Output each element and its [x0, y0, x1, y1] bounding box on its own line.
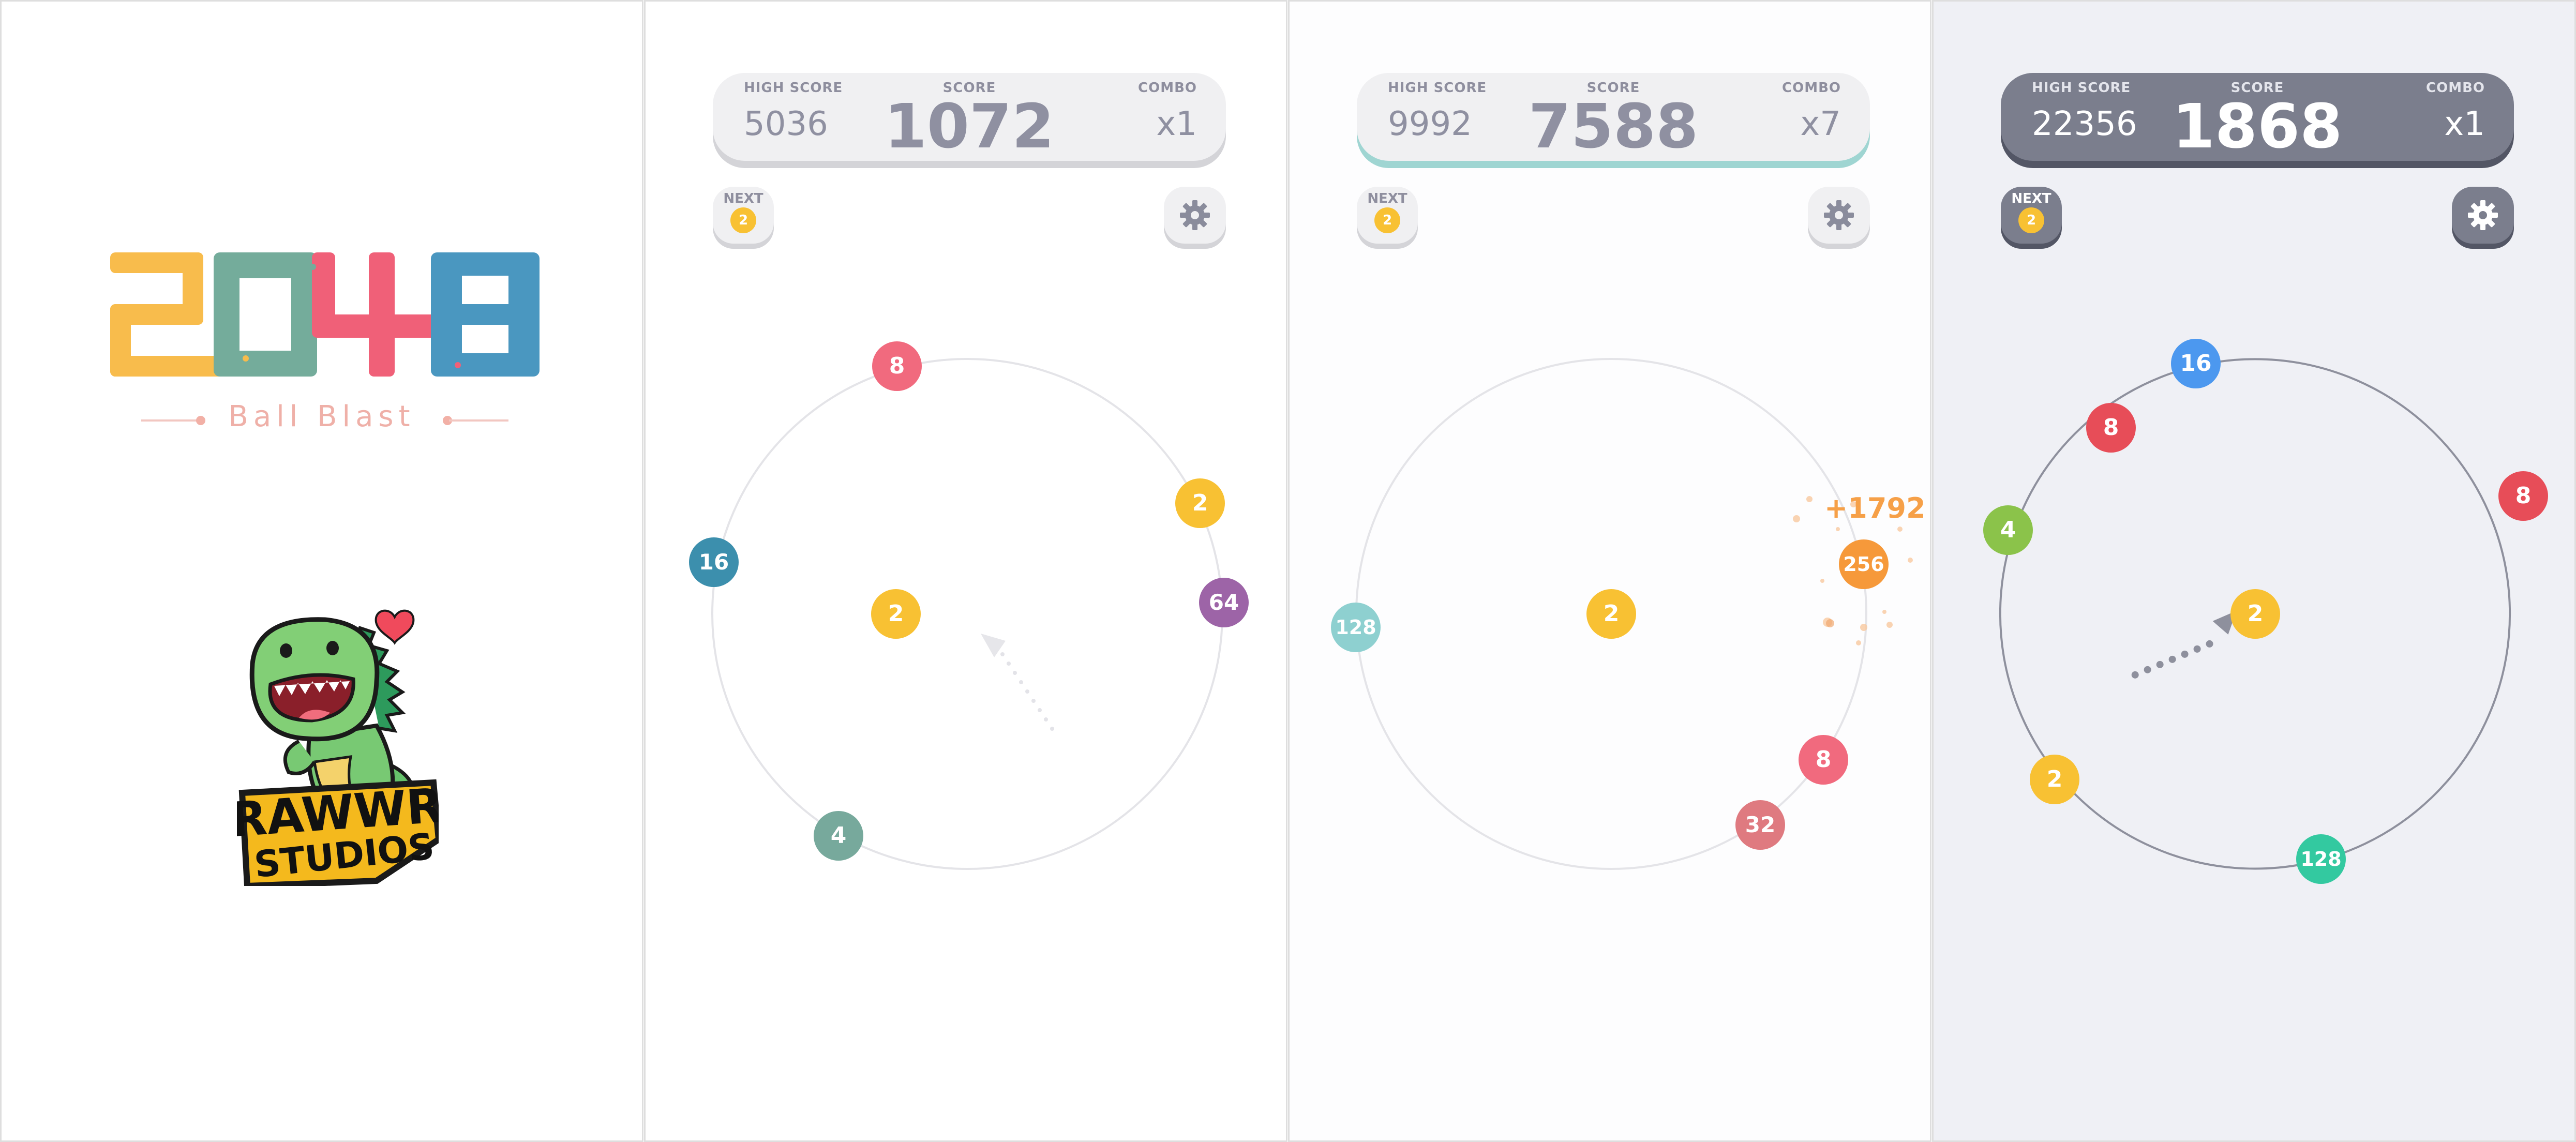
logo-digit-4	[310, 252, 441, 377]
ring-ball: 64	[1199, 578, 1249, 627]
ring-ball: 128	[2296, 834, 2346, 884]
game-screen-2: HIGH SCORE SCORE COMBO 9992 7588 x7 NEXT…	[1288, 0, 1931, 1142]
logo-digit-0	[214, 252, 317, 377]
gear-icon	[2468, 200, 2498, 230]
settings-button[interactable]	[1808, 187, 1870, 244]
game-screen-1: HIGH SCORE SCORE COMBO 5036 1072 x1 NEXT…	[644, 0, 1287, 1142]
ring-ball: 4	[1983, 505, 2033, 555]
score-bar: HIGH SCORE SCORE COMBO 22356 1868 x1	[2001, 73, 2514, 162]
game-screen-3: HIGH SCORE SCORE COMBO 22356 1868 x1 NEX…	[1932, 0, 2576, 1142]
ring-ball: 256	[1839, 539, 1889, 589]
rawwr-studios-logo: RAWWR STUDIOS	[237, 609, 439, 886]
shooter-ball[interactable]: 2	[871, 589, 921, 639]
ring-ball: 128	[1331, 603, 1381, 652]
score-value: 1868	[2172, 91, 2343, 162]
ring-ball: 2	[1175, 478, 1225, 528]
game-logo: 2048	[110, 252, 540, 377]
score-value: 1072	[884, 91, 1055, 162]
gear-icon	[1824, 200, 1854, 230]
gear-icon	[1180, 200, 1210, 230]
aim-dots	[2131, 640, 2213, 679]
next-label: NEXT	[2011, 191, 2051, 206]
combo-value: x7	[1800, 105, 1841, 143]
ring-ball: 8	[1799, 735, 1848, 785]
splash-panel: 2048	[0, 0, 643, 1142]
bonus-score-popup: +1792	[1824, 492, 1926, 524]
combo-value: x1	[1156, 105, 1197, 143]
ring-ball: 32	[1735, 800, 1785, 850]
ring-ball: 2	[2030, 755, 2079, 804]
next-ball: 2	[2018, 207, 2044, 233]
next-label: NEXT	[1367, 191, 1407, 206]
next-ball: 2	[1374, 207, 1400, 233]
next-ball-indicator: NEXT 2	[713, 187, 774, 244]
game-subtitle: Ball Blast	[228, 400, 415, 433]
play-ring	[1999, 358, 2511, 870]
ring-ball: 8	[2086, 403, 2136, 453]
ring-ball: 16	[2171, 339, 2221, 388]
play-ring	[1355, 358, 1913, 870]
ring-ball: 4	[814, 811, 863, 861]
settings-button[interactable]	[1164, 187, 1226, 244]
next-ball: 2	[730, 207, 756, 233]
shooter-ball[interactable]: 2	[1586, 589, 1636, 639]
score-bar: HIGH SCORE SCORE COMBO 9992 7588 x7	[1357, 73, 1870, 162]
ring-ball: 16	[689, 537, 739, 587]
settings-button[interactable]	[2452, 187, 2514, 244]
next-ball-indicator: NEXT 2	[1357, 187, 1418, 244]
ring-ball: 8	[872, 341, 922, 391]
score-value: 7588	[1528, 91, 1699, 162]
play-ring	[711, 358, 1223, 870]
aim-dots	[1000, 652, 1054, 731]
ring-ball: 8	[2498, 471, 2548, 521]
next-ball-indicator: NEXT 2	[2001, 187, 2062, 244]
aim-arrow	[981, 634, 1006, 657]
logo-digit-8	[431, 252, 540, 377]
combo-value: x1	[2444, 105, 2485, 143]
shooter-ball[interactable]: 2	[2230, 589, 2280, 639]
next-label: NEXT	[723, 191, 763, 206]
score-bar: HIGH SCORE SCORE COMBO 5036 1072 x1	[713, 73, 1226, 162]
